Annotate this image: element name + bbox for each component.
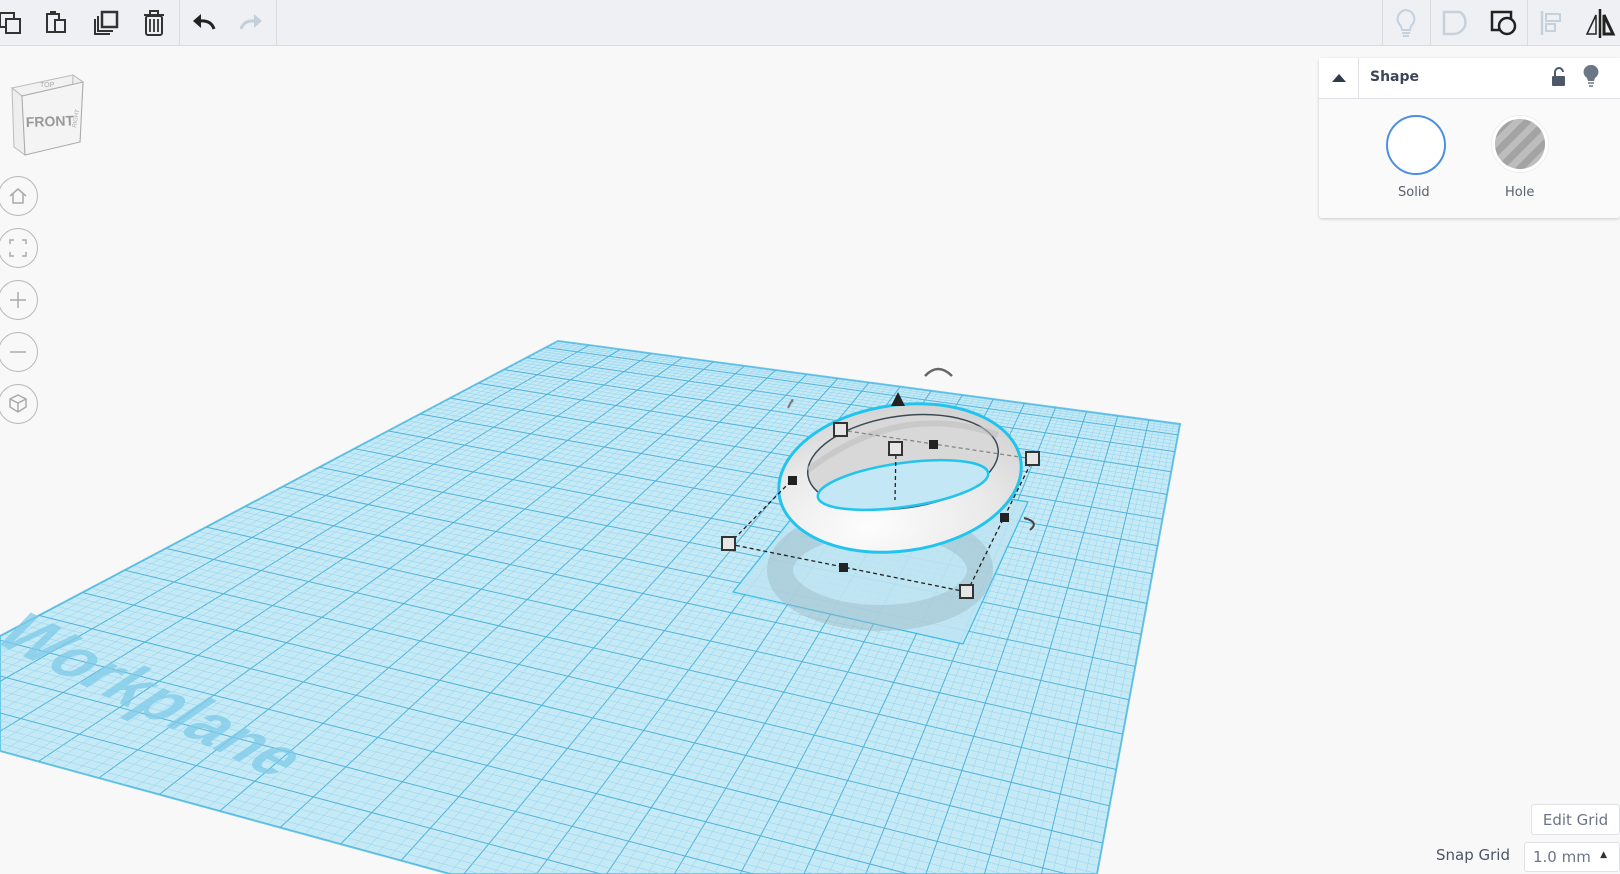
perspective-icon	[9, 394, 27, 413]
solid-option[interactable]	[1386, 115, 1446, 175]
home-icon	[9, 188, 27, 204]
undo-button[interactable]	[187, 6, 221, 40]
corner-handle	[833, 422, 848, 437]
collapse-panel-button[interactable]	[1319, 58, 1359, 98]
align-icon	[1540, 11, 1561, 35]
notes-toggle-button[interactable]	[1389, 6, 1423, 40]
zoom-out-icon	[10, 351, 26, 353]
rotate-arrow-icon[interactable]	[924, 367, 953, 377]
panel-title: Shape	[1370, 69, 1420, 85]
group-button[interactable]	[1487, 6, 1521, 40]
view-cube-front: FRONT	[26, 112, 75, 130]
snap-grid-value: 1.0 mm	[1533, 848, 1591, 866]
hole-label: Hole	[1505, 185, 1535, 200]
shape-notes-icon	[1442, 10, 1467, 36]
corner-handle	[721, 536, 736, 551]
group-icon	[1490, 10, 1517, 36]
paste-icon	[46, 11, 66, 33]
lightbulb-icon	[1396, 8, 1416, 37]
align-button[interactable]	[1535, 6, 1569, 40]
corner-handle	[1025, 451, 1040, 466]
zoom-in-icon	[10, 292, 26, 308]
undo-icon	[193, 14, 216, 30]
redo-icon	[239, 14, 262, 30]
mirror-icon	[1585, 9, 1616, 38]
edit-grid-button[interactable]: Edit Grid	[1531, 804, 1620, 835]
snap-grid-select[interactable]: 1.0 mm ▲	[1524, 842, 1620, 872]
delete-button[interactable]	[137, 6, 171, 40]
workplane[interactable]: Workplane	[0, 339, 1182, 874]
height-handle	[888, 441, 903, 456]
fit-view-icon	[9, 239, 27, 257]
toolbar	[0, 0, 1620, 46]
snap-grid-label: Snap Grid	[1436, 846, 1510, 864]
corner-handle	[959, 584, 974, 599]
delete-icon	[144, 10, 164, 36]
caret-up-icon	[1331, 74, 1346, 82]
solid-label: Solid	[1398, 185, 1430, 200]
lightbulb-icon[interactable]	[1583, 64, 1599, 88]
caret-up-icon: ▲	[1600, 850, 1607, 860]
copy-button[interactable]	[0, 6, 30, 40]
shape-notes-button[interactable]	[1438, 6, 1472, 40]
view-cube-top: TOP	[40, 82, 55, 89]
duplicate-icon	[94, 10, 119, 35]
redo-button[interactable]	[234, 6, 268, 40]
shape-inspector-panel: Shape Solid Hole	[1319, 58, 1620, 218]
lock-icon[interactable]	[1551, 66, 1567, 88]
view-cube[interactable]: FRONT TOP RIGHT	[10, 74, 85, 157]
duplicate-button[interactable]	[89, 6, 123, 40]
panel-header: Shape	[1319, 58, 1620, 99]
mirror-button[interactable]	[1583, 6, 1617, 40]
copy-icon	[0, 12, 21, 34]
hole-option[interactable]	[1492, 116, 1548, 172]
paste-button[interactable]	[40, 6, 74, 40]
